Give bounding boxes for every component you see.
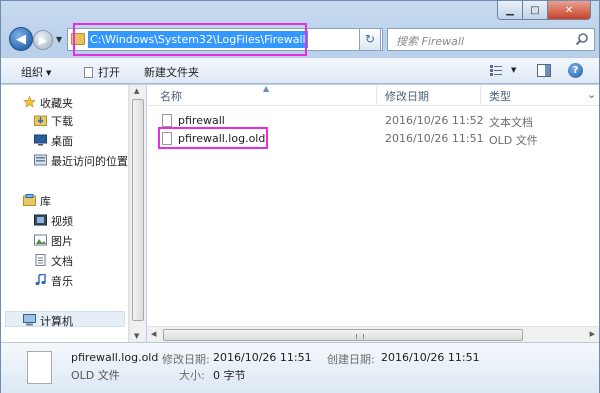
desktop-icon — [34, 134, 47, 146]
text-file-icon — [162, 114, 172, 127]
file-name: pfirewall — [178, 114, 225, 127]
details-size-label: 大小: — [179, 369, 205, 382]
folder-icon — [71, 33, 85, 45]
video-icon — [34, 214, 47, 226]
details-modified-label: 修改日期: — [162, 353, 210, 366]
scroll-left-icon[interactable]: ◀ — [151, 330, 156, 338]
recent-pages-dropdown[interactable]: ▼ — [56, 35, 62, 44]
file-list-horizontal-scrollbar[interactable]: ◀ ▶ — [147, 326, 599, 342]
maximize-button[interactable]: □ — [523, 1, 548, 20]
navigation-bar: ◀ ▶ ▼ C:\Windows\System32\LogFiles\Firew… — [7, 23, 595, 56]
close-button[interactable]: ✕ — [548, 1, 591, 20]
scrollbar-grip — [356, 334, 364, 339]
sidebar-item-favorites[interactable]: 收藏夹 — [1, 93, 127, 111]
sidebar-item-desktop[interactable]: 桌面 — [1, 131, 127, 149]
search-input[interactable]: 搜索 Firewall — [396, 33, 464, 49]
scrollbar-thumb[interactable] — [132, 99, 144, 321]
file-type: 文本文档 — [489, 116, 533, 129]
sidebar-item-label: 下载 — [51, 115, 73, 128]
file-modified: 2016/10/26 11:51 — [385, 132, 484, 145]
computer-icon — [23, 314, 36, 326]
scroll-right-icon[interactable]: ▶ — [590, 330, 595, 338]
sidebar-item-label: 视频 — [51, 215, 73, 228]
back-button[interactable]: ◀ — [9, 27, 33, 51]
organize-button[interactable]: 组织 ▼ — [21, 64, 51, 80]
file-icon — [162, 132, 172, 145]
file-type: OLD 文件 — [489, 134, 538, 147]
details-created-value: 2016/10/26 11:51 — [381, 351, 480, 364]
file-preview-icon — [27, 351, 52, 384]
sidebar-item-label: 文档 — [51, 255, 73, 268]
command-bar: 组织 ▼ 打开 新建文件夹 ▼ ? — [1, 57, 599, 84]
refresh-button[interactable]: ↻ — [359, 28, 381, 51]
sidebar-item-videos[interactable]: 视频 — [1, 211, 127, 229]
file-list: ▲ 名称 修改日期 类型 ⌄ pfirewall 2016/10/26 11:5… — [147, 84, 599, 342]
details-pane: pfirewall.log.old OLD 文件 修改日期: 2016/10/2… — [1, 342, 599, 393]
sidebar-item-label: 计算机 — [40, 315, 73, 328]
sidebar-item-label: 桌面 — [51, 135, 73, 148]
search-box[interactable]: 搜索 Firewall — [387, 28, 595, 51]
sidebar-item-label: 图片 — [51, 235, 73, 248]
help-button[interactable]: ? — [568, 63, 583, 78]
sort-ascending-icon: ▲ — [263, 84, 270, 93]
address-path[interactable]: C:\Windows\System32\LogFiles\Firewall — [88, 31, 308, 48]
scroll-down-icon[interactable]: ▼ — [134, 332, 139, 340]
scroll-up-icon[interactable]: ▲ — [134, 87, 139, 95]
download-folder-icon — [34, 115, 47, 126]
navigation-pane-scrollbar[interactable]: ▲ ▼ — [129, 85, 146, 342]
new-folder-button[interactable]: 新建文件夹 — [144, 64, 199, 80]
sidebar-item-pictures[interactable]: 图片 — [1, 231, 127, 249]
minimize-button[interactable]: ▁ — [497, 1, 523, 20]
documents-icon — [35, 254, 46, 266]
file-row[interactable]: pfirewall 2016/10/26 11:52 文本文档 — [159, 112, 599, 130]
pictures-icon — [34, 234, 47, 246]
sidebar-item-downloads[interactable]: 下载 — [1, 111, 127, 129]
sidebar-item-recent-places[interactable]: 最近访问的位置 — [1, 151, 128, 169]
caption-buttons: ▁ □ ✕ — [497, 1, 591, 20]
details-modified-value: 2016/10/26 11:51 — [213, 351, 312, 364]
views-icon[interactable] — [490, 65, 502, 76]
details-created-label: 创建日期: — [327, 353, 375, 366]
sidebar-item-label: 收藏夹 — [40, 97, 73, 110]
navigation-pane: 收藏夹 下载 桌面 最近访问的位置 库 视频 图片 文档 音乐 计算机 — [1, 85, 129, 342]
details-file-name: pfirewall.log.old — [71, 351, 159, 364]
open-button[interactable]: 打开 — [84, 64, 120, 80]
preview-pane-icon[interactable] — [537, 64, 551, 77]
recent-places-icon — [34, 154, 47, 166]
column-header-modified[interactable]: 修改日期 — [385, 88, 429, 104]
sidebar-item-computer[interactable]: 计算机 — [1, 311, 127, 329]
library-icon — [23, 194, 36, 206]
column-headers: ▲ 名称 修改日期 类型 ⌄ — [147, 84, 599, 106]
file-row[interactable]: pfirewall.log.old 2016/10/26 11:51 OLD 文… — [159, 130, 599, 148]
column-header-type[interactable]: 类型 — [489, 88, 511, 104]
forward-button[interactable]: ▶ — [33, 30, 53, 50]
sidebar-item-documents[interactable]: 文档 — [1, 251, 127, 269]
sidebar-item-music[interactable]: 音乐 — [1, 271, 127, 289]
music-icon — [35, 274, 46, 286]
address-bar[interactable]: C:\Windows\System32\LogFiles\Firewall ▼ — [67, 28, 383, 51]
file-name: pfirewall.log.old — [178, 132, 266, 145]
chevron-down-icon: ▼ — [46, 69, 52, 77]
sidebar-item-libraries[interactable]: 库 — [1, 191, 127, 209]
sidebar-item-label: 库 — [40, 195, 51, 208]
sidebar-item-label: 音乐 — [51, 275, 73, 288]
details-file-type: OLD 文件 — [71, 369, 120, 382]
column-divider[interactable] — [376, 85, 377, 106]
scrollbar-thumb[interactable] — [163, 329, 523, 341]
search-icon[interactable] — [575, 32, 589, 46]
sidebar-item-label: 最近访问的位置 — [51, 155, 128, 168]
open-label: 打开 — [98, 66, 120, 79]
column-divider[interactable] — [480, 85, 481, 106]
document-icon — [84, 67, 93, 78]
file-modified: 2016/10/26 11:52 — [385, 114, 484, 127]
views-dropdown-icon[interactable]: ▼ — [511, 66, 516, 74]
column-header-name[interactable]: 名称 — [160, 88, 182, 104]
organize-label: 组织 — [21, 66, 43, 79]
star-icon — [23, 96, 36, 108]
details-size-value: 0 字节 — [213, 369, 246, 382]
explorer-window: ▁ □ ✕ ◀ ▶ ▼ C:\Windows\System32\LogFiles… — [0, 0, 600, 393]
column-header-more[interactable]: ⌄ — [587, 88, 596, 101]
